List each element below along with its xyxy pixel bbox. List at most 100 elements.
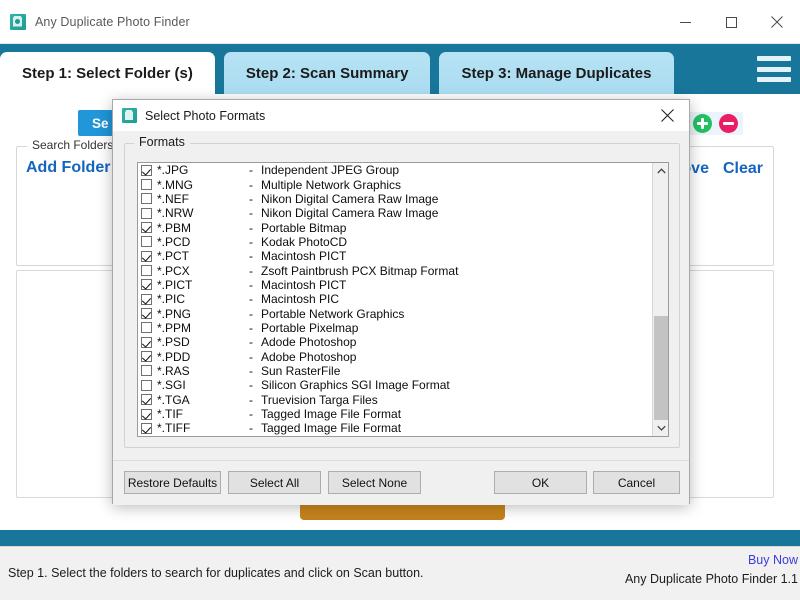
- remove-circle-icon[interactable]: [719, 114, 738, 133]
- clear-folders-button[interactable]: Clear: [723, 160, 763, 178]
- maximize-icon[interactable]: [708, 0, 754, 44]
- add-circle-icon[interactable]: [693, 114, 712, 133]
- format-dash: -: [249, 335, 253, 350]
- format-row[interactable]: *.PSD - Adode Photoshop: [138, 335, 652, 349]
- format-checkbox[interactable]: [141, 336, 152, 348]
- format-checkbox[interactable]: [141, 279, 152, 291]
- format-row[interactable]: *.MNG - Multiple Network Graphics: [138, 177, 652, 192]
- chevron-down-icon[interactable]: [653, 420, 669, 436]
- cancel-button[interactable]: Cancel: [593, 471, 680, 494]
- select-none-button[interactable]: Select None: [328, 471, 421, 494]
- format-checkbox[interactable]: [141, 250, 152, 262]
- format-checkbox[interactable]: [141, 408, 152, 420]
- format-checkbox[interactable]: [141, 322, 152, 334]
- format-checkbox[interactable]: [141, 379, 152, 391]
- format-extension: *.SGI: [157, 378, 186, 393]
- format-row[interactable]: *.PCX - Zsoft Paintbrush PCX Bitmap Format: [138, 263, 652, 278]
- format-description: Truevision Targa Files: [261, 392, 378, 407]
- format-row[interactable]: *.PDD - Adobe Photoshop: [138, 349, 652, 364]
- footer-accent-band: [0, 530, 800, 546]
- format-row[interactable]: *.NEF - Nikon Digital Camera Raw Image: [138, 192, 652, 206]
- add-folder-button[interactable]: Add Folder: [26, 159, 110, 177]
- format-extension: *.TGA: [157, 392, 190, 407]
- tab-step-2[interactable]: Step 2: Scan Summary: [223, 52, 431, 94]
- format-extension: *.MNG: [157, 177, 193, 192]
- format-row[interactable]: *.PCD - Kodak PhotoCD: [138, 235, 652, 249]
- format-extension: *.PPM: [157, 320, 192, 335]
- ok-button[interactable]: OK: [494, 471, 587, 494]
- format-description: Adobe Photoshop: [261, 349, 357, 364]
- format-row[interactable]: *.PIC - Macintosh PIC: [138, 292, 652, 306]
- format-dash: -: [249, 292, 253, 307]
- format-checkbox[interactable]: [141, 222, 152, 234]
- format-checkbox[interactable]: [141, 265, 152, 277]
- format-extension: *.NRW: [157, 206, 194, 221]
- format-row[interactable]: *.PPM - Portable Pixelmap: [138, 321, 652, 335]
- formats-list-body[interactable]: *.JPG - Independent JPEG Group *.MNG - Multip…: [138, 163, 652, 436]
- format-checkbox[interactable]: [141, 351, 152, 363]
- format-row[interactable]: *.PICT - Macintosh PICT: [138, 278, 652, 292]
- format-dash: -: [249, 349, 253, 364]
- scrollbar-thumb[interactable]: [654, 316, 668, 420]
- buy-now-link[interactable]: Buy Now: [625, 553, 798, 567]
- photo-app-icon: [122, 108, 137, 123]
- format-description: Portable Pixelmap: [261, 320, 359, 335]
- format-checkbox[interactable]: [141, 365, 152, 377]
- dialog-button-row: Restore Defaults Select All Select None …: [113, 460, 689, 505]
- format-row[interactable]: *.PCT - Macintosh PICT: [138, 249, 652, 263]
- format-row[interactable]: *.PNG - Portable Network Graphics: [138, 306, 652, 321]
- format-extension: *.PSD: [157, 335, 190, 350]
- format-dash: -: [249, 392, 253, 407]
- chevron-up-icon[interactable]: [653, 163, 669, 179]
- format-row[interactable]: *.PBM - Portable Bitmap: [138, 220, 652, 235]
- hamburger-menu-icon[interactable]: [757, 56, 791, 82]
- format-description: Macintosh PICT: [261, 249, 347, 264]
- format-checkbox[interactable]: [141, 394, 152, 406]
- format-description: Tagged Image File Format: [261, 421, 402, 436]
- restore-defaults-button[interactable]: Restore Defaults: [124, 471, 221, 494]
- dialog-title: Select Photo Formats: [145, 108, 266, 123]
- format-dash: -: [249, 378, 253, 393]
- format-row[interactable]: *.NRW - Nikon Digital Camera Raw Image: [138, 206, 652, 220]
- tab-step-1[interactable]: Step 1: Select Folder (s): [0, 52, 215, 94]
- format-row[interactable]: *.RAS - Sun RasterFile: [138, 364, 652, 378]
- format-row[interactable]: *.TIF - Tagged Image File Format: [138, 407, 652, 421]
- format-extension: *.PCT: [157, 249, 190, 264]
- format-extension: *.PCX: [157, 263, 190, 278]
- close-icon[interactable]: [645, 100, 689, 131]
- format-dash: -: [249, 363, 253, 378]
- format-description: Tagged Image File Format: [261, 407, 402, 422]
- format-checkbox[interactable]: [141, 236, 152, 248]
- formats-legend: Formats: [134, 135, 190, 149]
- format-row[interactable]: *.TGA - Truevision Targa Files: [138, 393, 652, 407]
- format-dash: -: [249, 249, 253, 264]
- format-checkbox[interactable]: [141, 308, 152, 320]
- format-description: Zsoft Paintbrush PCX Bitmap Format: [261, 263, 459, 278]
- window-title: Any Duplicate Photo Finder: [35, 14, 190, 29]
- version-label: Any Duplicate Photo Finder 1.1: [624, 572, 798, 586]
- minimize-icon[interactable]: [662, 0, 708, 44]
- format-checkbox[interactable]: [141, 164, 152, 176]
- format-extension: *.PIC: [157, 292, 186, 307]
- select-all-button[interactable]: Select All: [228, 471, 321, 494]
- format-description: Independent JPEG Group: [261, 163, 400, 178]
- formats-list-scrollbar[interactable]: [652, 163, 668, 436]
- format-dash: -: [249, 220, 253, 235]
- select-photo-formats-dialog: Select Photo Formats Formats *.JPG - Indep…: [112, 99, 690, 505]
- format-dash: -: [249, 306, 253, 321]
- format-checkbox[interactable]: [141, 179, 152, 191]
- status-message: Step 1. Select the folders to search for…: [8, 566, 424, 580]
- format-checkbox[interactable]: [141, 422, 152, 434]
- format-description: Macintosh PICT: [261, 277, 347, 292]
- format-checkbox[interactable]: [141, 207, 152, 219]
- format-row[interactable]: *.SGI - Silicon Graphics SGI Image Format: [138, 378, 652, 392]
- format-extension: *.TIF: [157, 407, 183, 422]
- format-row[interactable]: *.TIFF - Tagged Image File Format: [138, 421, 652, 435]
- tab-step-3[interactable]: Step 3: Manage Duplicates: [439, 52, 674, 94]
- format-checkbox[interactable]: [141, 293, 152, 305]
- close-icon[interactable]: [754, 0, 800, 44]
- format-row[interactable]: *.JPG - Independent JPEG Group: [138, 163, 652, 177]
- format-description: Portable Network Graphics: [261, 306, 405, 321]
- format-checkbox[interactable]: [141, 193, 152, 205]
- step-tabs: Step 1: Select Folder (s) Step 2: Scan S…: [0, 52, 674, 94]
